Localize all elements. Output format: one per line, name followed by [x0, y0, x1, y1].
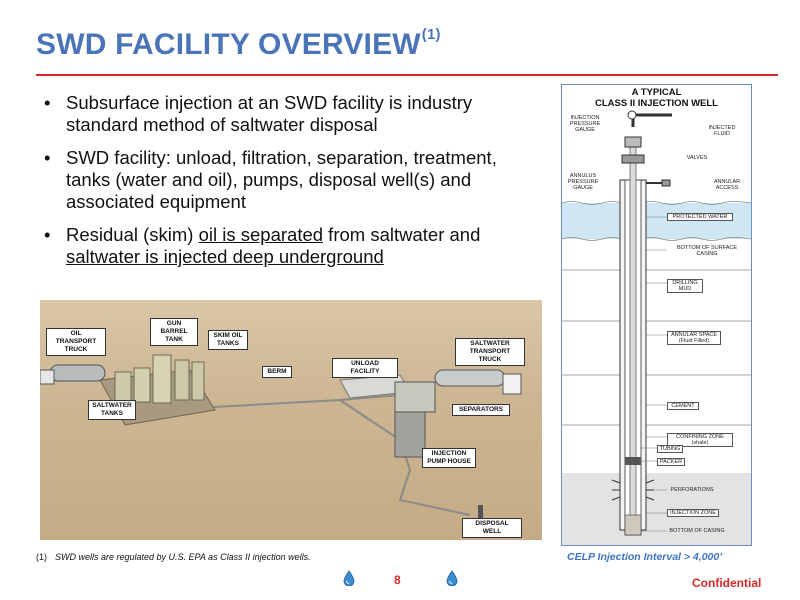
- label-perforations: PERFORATIONS: [670, 487, 714, 493]
- label-skim-oil-tanks: SKIM OIL TANKS: [208, 330, 248, 350]
- label-injection-zone: INJECTION ZONE: [667, 509, 719, 517]
- slide-title: SWD FACILITY OVERVIEW(1): [36, 26, 441, 61]
- label-berm: BERM: [262, 366, 292, 378]
- footnote-text: SWD wells are regulated by U.S. EPA as C…: [55, 552, 311, 562]
- well-diagram-title-line2: CLASS II INJECTION WELL: [595, 98, 718, 109]
- bullet-marker: •: [44, 92, 51, 113]
- confidential-label: Confidential: [692, 576, 762, 590]
- label-annular-access: ANNULAR ACCESS: [713, 179, 741, 191]
- label-cement: CEMENT: [667, 402, 699, 410]
- label-oil-transport-truck: OIL TRANSPORT TRUCK: [46, 328, 106, 356]
- bullet-text-underlined: oil is separated: [198, 224, 324, 245]
- bullet-text: from saltwater and: [323, 224, 481, 245]
- bullet-item: • SWD facility: unload, filtration, separ…: [40, 147, 540, 213]
- label-protected-water: PROTECTED WATER: [667, 213, 733, 221]
- page-number: 8: [394, 573, 401, 587]
- label-valves: VALVES: [686, 155, 708, 161]
- title-divider: [36, 74, 778, 76]
- bullet-marker: •: [44, 224, 51, 245]
- facility-drawing: [40, 354, 522, 519]
- title-footnote-ref: (1): [421, 26, 441, 43]
- label-saltwater-transport-truck: SALTWATER TRANSPORT TRUCK: [455, 338, 525, 366]
- label-annulus-pressure-gauge: ANNULUS PRESSURE GAUGE: [567, 173, 599, 191]
- well-drawing: [562, 110, 751, 545]
- class-ii-injection-well-diagram: A TYPICAL CLASS II INJECTION WELL INJECT…: [561, 84, 752, 546]
- bullet-list: • Subsurface injection at an SWD facility…: [40, 92, 540, 279]
- swd-facility-illustration: OIL TRANSPORT TRUCK GUN BARREL TANK SKIM…: [40, 300, 542, 540]
- water-drop-icon: [343, 570, 355, 586]
- label-saltwater-tanks: SALTWATER TANKS: [88, 400, 136, 420]
- label-injection-pressure-gauge: INJECTION PRESSURE GAUGE: [569, 115, 601, 133]
- bullet-item: • Subsurface injection at an SWD facility…: [40, 92, 540, 136]
- bullet-text-underlined: saltwater is injected deep underground: [66, 246, 384, 267]
- label-drilling-mud: DRILLING MUD: [667, 279, 703, 293]
- label-gun-barrel-tank: GUN BARREL TANK: [150, 318, 198, 346]
- bullet-text: Residual (skim): [66, 224, 199, 245]
- label-bottom-of-surface-casing: BOTTOM OF SURFACE CASING: [676, 245, 738, 257]
- label-separators: SEPARATORS: [452, 404, 510, 416]
- label-injected-fluid: INJECTED FLUID: [708, 125, 736, 137]
- bullet-text: Subsurface injection at an SWD facility …: [66, 92, 473, 135]
- label-bottom-of-casing: BOTTOM OF CASING: [669, 528, 725, 534]
- footnote-number: (1): [36, 552, 47, 562]
- well-diagram-title-line1: A TYPICAL: [631, 87, 682, 98]
- label-annular-space: ANNULAR SPACE (Fluid Filled): [667, 331, 721, 345]
- label-tubing: TUBING: [657, 445, 683, 453]
- well-caption: CELP Injection Interval > 4,000’: [567, 551, 723, 563]
- bullet-item: • Residual (skim) oil is separated from s…: [40, 224, 540, 268]
- label-packer: PACKER: [657, 458, 685, 466]
- footnote: (1) SWD wells are regulated by U.S. EPA a…: [36, 552, 311, 562]
- bullet-text: SWD facility: unload, filtration, separa…: [66, 147, 497, 212]
- bullet-marker: •: [44, 147, 51, 168]
- label-disposal-well: DISPOSAL WELL: [462, 518, 522, 538]
- label-unload-facility: UNLOAD FACILITY: [332, 358, 398, 378]
- water-drop-icon: [446, 570, 458, 586]
- label-injection-pump-house: INJECTION PUMP HOUSE: [422, 448, 476, 468]
